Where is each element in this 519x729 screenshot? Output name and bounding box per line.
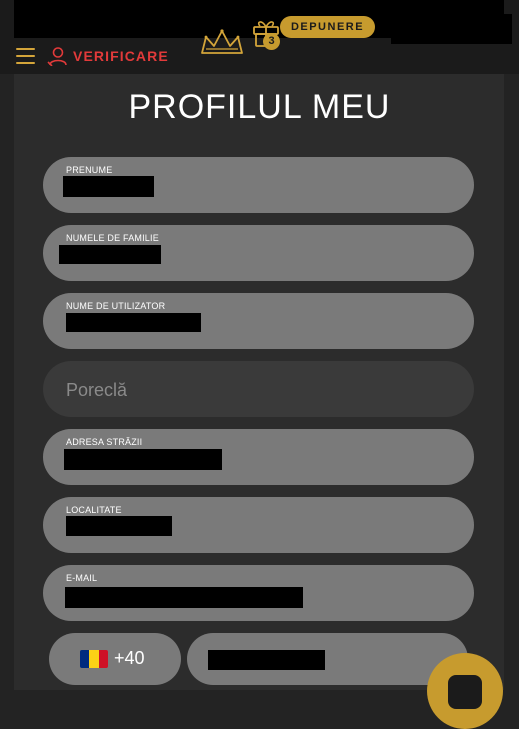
city-label: LOCALITATE <box>66 505 122 515</box>
nickname-placeholder: Poreclă <box>66 380 128 400</box>
redacted-value <box>64 449 222 470</box>
email-label: E-MAIL <box>66 573 98 583</box>
verify-link[interactable]: VERIFICARE <box>73 48 169 64</box>
page-title: PROFILUL MEU <box>128 88 391 126</box>
street-address-label: ADRESA STRĂZII <box>66 437 143 447</box>
redacted-value <box>66 516 172 536</box>
crown-logo-icon[interactable] <box>199 27 245 57</box>
deposit-button[interactable]: DEPUNERE <box>280 16 375 38</box>
user-icon[interactable] <box>47 46 67 66</box>
last-name-label: NUMELE DE FAMILIE <box>66 233 159 243</box>
hamburger-menu-icon[interactable] <box>16 48 35 64</box>
chat-icon <box>448 675 482 709</box>
gift-count-badge: 3 <box>263 33 280 50</box>
redacted-area <box>391 14 512 44</box>
redacted-value <box>63 176 154 197</box>
flag-stripe <box>89 650 99 668</box>
phone-country-code-select[interactable]: +40 <box>49 633 181 685</box>
redacted-value <box>59 245 161 264</box>
flag-stripe <box>98 650 108 668</box>
flag-stripe <box>80 650 90 668</box>
phone-code-value: +40 <box>114 648 145 668</box>
first-name-label: PRENUME <box>66 165 113 175</box>
chat-support-button[interactable] <box>427 653 503 729</box>
redacted-value <box>66 313 201 332</box>
redacted-value <box>65 587 303 608</box>
nickname-field[interactable]: Poreclă <box>43 361 474 417</box>
romania-flag-icon <box>80 650 108 668</box>
redacted-value <box>208 650 325 670</box>
username-label: NUME DE UTILIZATOR <box>66 301 166 311</box>
